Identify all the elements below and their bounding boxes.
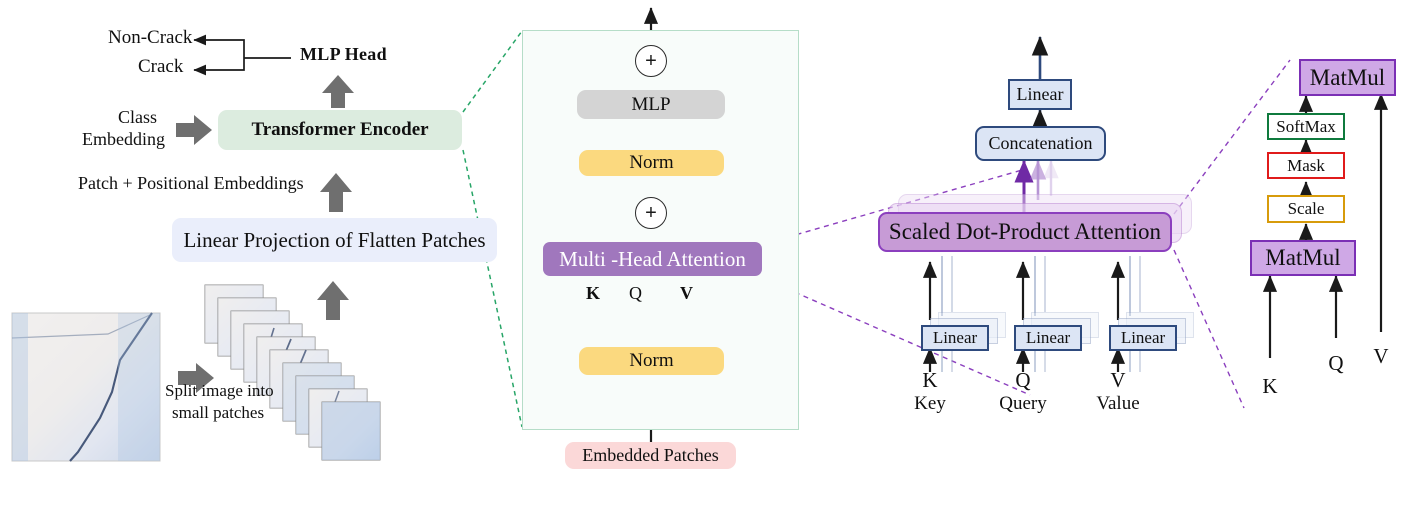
norm-box-top[interactable]: Norm	[579, 150, 724, 176]
sdpa-input-q: Q	[1328, 351, 1344, 375]
output-label-non-crack: Non-Crack	[108, 27, 193, 48]
scale-box[interactable]: Scale	[1267, 195, 1345, 223]
linear-output-box[interactable]: Linear	[1008, 79, 1072, 110]
softmax-box[interactable]: SoftMax	[1267, 113, 1345, 140]
mask-box[interactable]: Mask	[1267, 152, 1345, 179]
multi-head-attention-box[interactable]: Multi -Head Attention	[543, 242, 762, 276]
class-embedding-label-line2: Embedding	[82, 129, 165, 149]
kqv-label-v: V	[680, 283, 693, 303]
matmul-box-bottom[interactable]: MatMul	[1250, 240, 1356, 276]
mlp-box[interactable]: MLP	[577, 90, 725, 119]
split-image-label-line1: Split image into	[165, 381, 274, 400]
linear-box-key[interactable]: Linear	[921, 325, 989, 351]
projection-to-encoder-arrow-icon	[320, 173, 352, 212]
residual-add-bottom: +	[635, 197, 667, 229]
input-word-query: Query	[999, 393, 1047, 414]
linear-box-value[interactable]: Linear	[1109, 325, 1177, 351]
patches-to-projection-arrow-icon	[317, 281, 349, 320]
split-image-label-line2: small patches	[172, 403, 265, 422]
matmul-box-top[interactable]: MatMul	[1299, 59, 1396, 96]
kqv-label-q: Q	[629, 283, 642, 303]
input-symbol-q: Q	[1015, 368, 1031, 392]
residual-add-top: +	[635, 45, 667, 77]
linear-box-query[interactable]: Linear	[1014, 325, 1082, 351]
mlp-head-output-branch	[193, 34, 291, 76]
patch-positional-embeddings-label: Patch + Positional Embeddings	[78, 173, 304, 193]
concatenation-box[interactable]: Concatenation	[975, 126, 1106, 161]
input-word-key: Key	[914, 393, 946, 414]
class-embedding-label-line1: Class	[118, 107, 158, 127]
sdpa-input-k: K	[1262, 374, 1278, 398]
source-crack-image	[11, 312, 161, 462]
embedded-patches-box[interactable]: Embedded Patches	[565, 442, 736, 469]
input-symbol-k: K	[922, 368, 938, 392]
norm-box-bottom[interactable]: Norm	[579, 347, 724, 375]
transformer-encoder-box[interactable]: Transformer Encoder	[218, 110, 462, 150]
input-word-value: Value	[1096, 393, 1140, 414]
sdpa-input-v: V	[1373, 344, 1389, 368]
kqv-label-k: K	[586, 283, 601, 303]
output-label-crack: Crack	[138, 56, 184, 77]
figure-canvas: Non-Crack Crack MLP Head Class Embedding…	[0, 0, 1404, 508]
encoder-to-mlp-head-arrow-icon	[322, 75, 354, 108]
scaled-dot-product-attention-box[interactable]: Scaled Dot-Product Attention	[878, 212, 1172, 252]
input-symbol-v: V	[1110, 368, 1126, 392]
class-embedding-arrow-icon	[176, 115, 212, 145]
patch-stack	[204, 284, 381, 461]
linear-projection-box[interactable]: Linear Projection of Flatten Patches	[172, 218, 497, 262]
mlp-head-label: MLP Head	[300, 44, 387, 64]
